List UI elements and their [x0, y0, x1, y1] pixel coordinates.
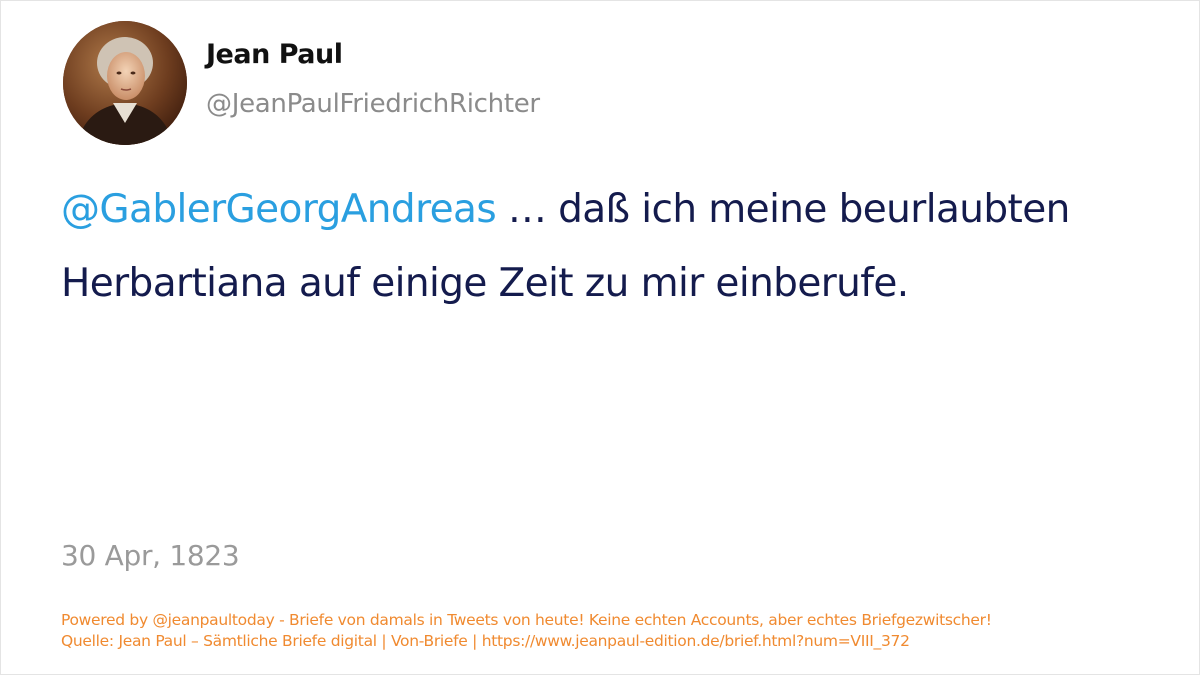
author-handle[interactable]: @JeanPaulFriedrichRichter — [206, 89, 540, 119]
footer-credit: Powered by @jeanpaultoday - Briefe von d… — [61, 611, 992, 629]
tweet-card: Jean Paul @JeanPaulFriedrichRichter @Gab… — [0, 0, 1200, 675]
author-display-name[interactable]: Jean Paul — [206, 39, 343, 70]
portrait-avatar-icon — [63, 21, 187, 145]
tweet-date: 30 Apr, 1823 — [61, 539, 240, 572]
mention-link[interactable]: @GablerGeorgAndreas — [61, 187, 497, 232]
footer-source: Quelle: Jean Paul – Sämtliche Briefe dig… — [61, 632, 910, 650]
tweet-text: @GablerGeorgAndreas … daß ich meine beur… — [61, 173, 1141, 321]
footer: Powered by @jeanpaultoday - Briefe von d… — [61, 610, 1181, 652]
avatar[interactable] — [63, 21, 187, 145]
